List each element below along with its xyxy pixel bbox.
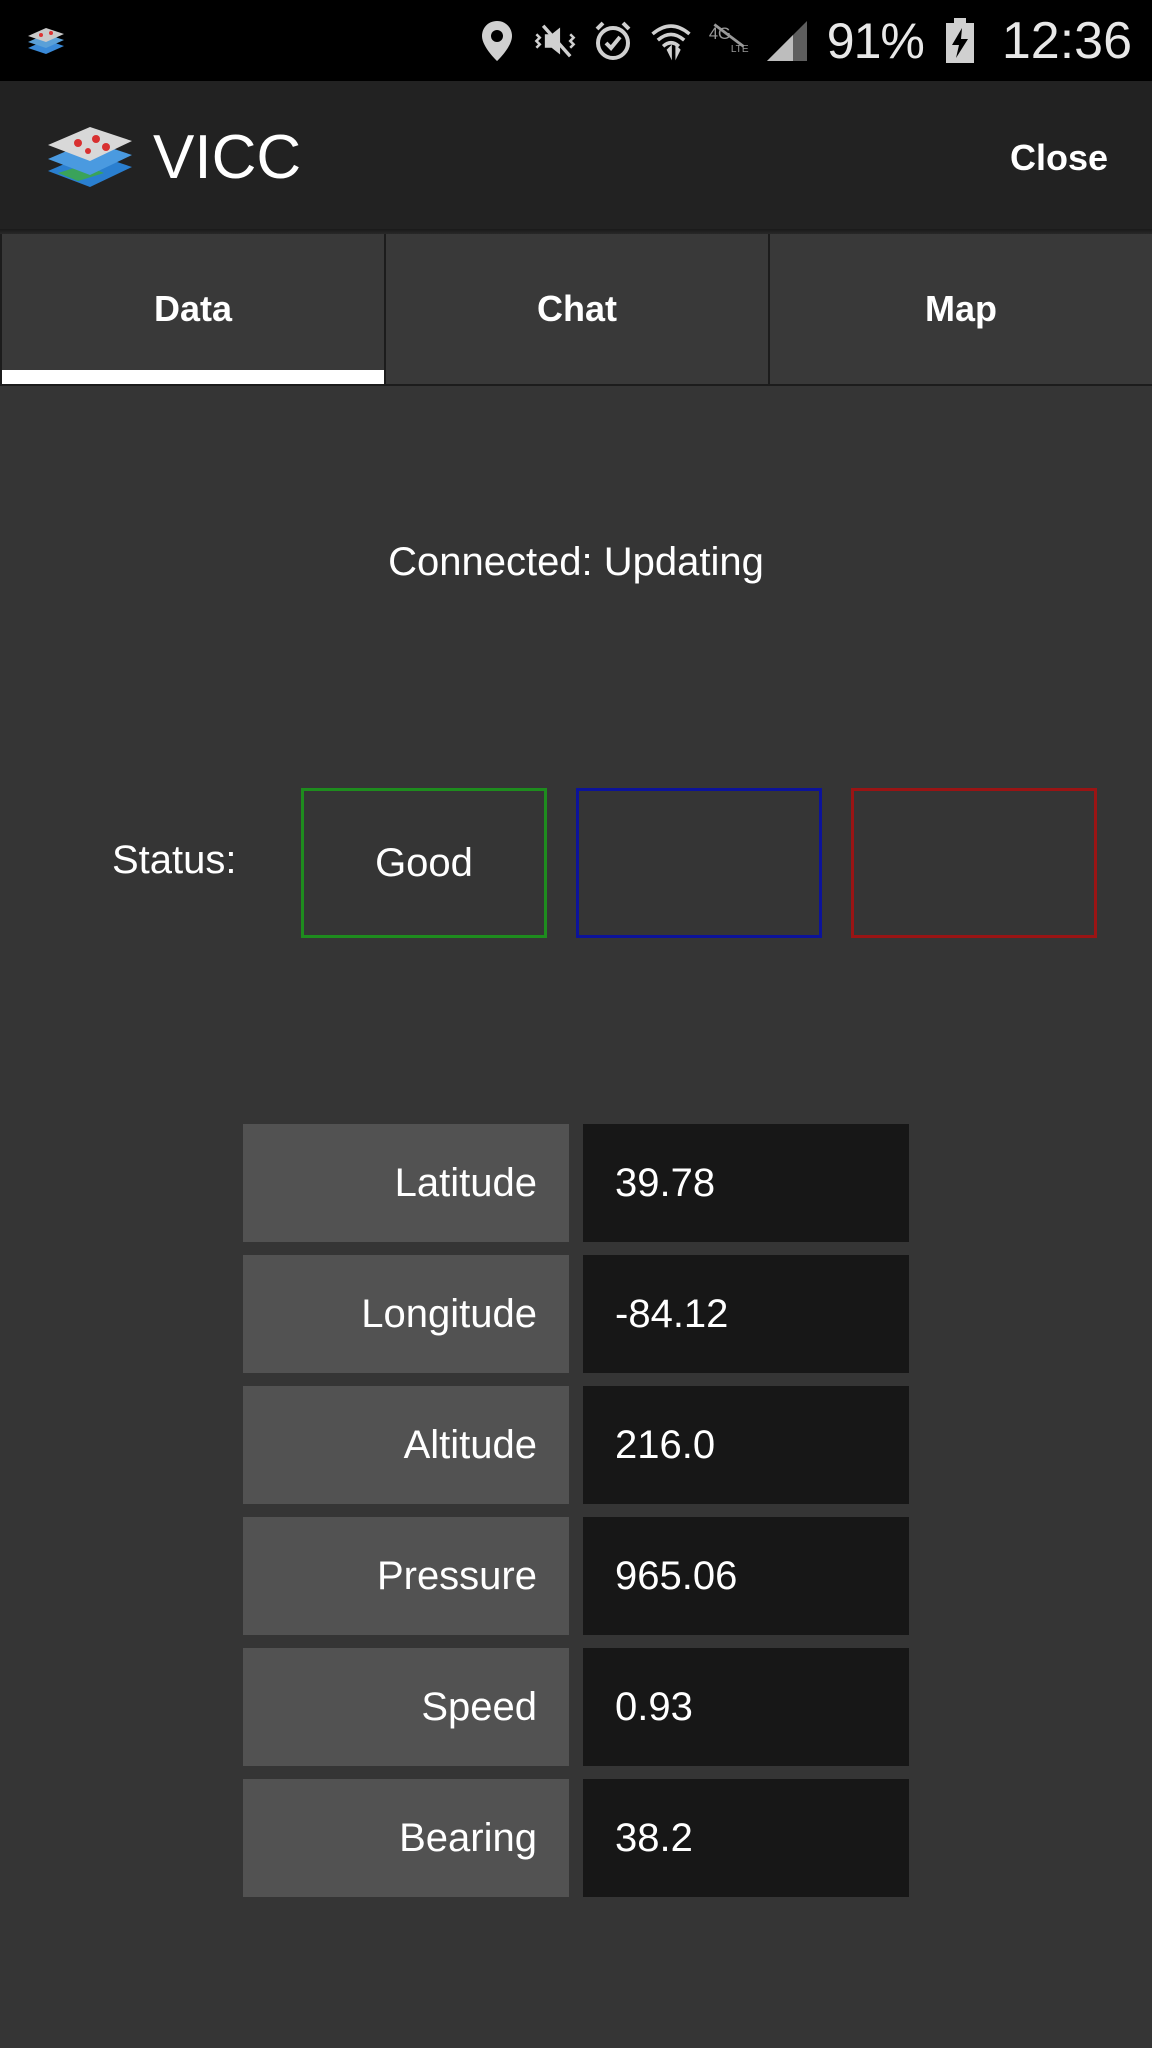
reading-label-pressure: Pressure: [243, 1517, 569, 1635]
tab-map[interactable]: Map: [768, 234, 1152, 386]
battery-percent: 91%: [826, 12, 925, 69]
alarm-icon: [591, 19, 635, 63]
tab-data[interactable]: Data: [0, 234, 384, 386]
app-logo-icon: [48, 127, 132, 187]
table-row: Speed 0.93: [243, 1648, 909, 1766]
app-title: VICC: [153, 123, 302, 192]
connection-status: Connected: Updating: [388, 540, 764, 584]
reading-value-longitude: -84.12: [583, 1255, 909, 1373]
tab-bar: Data Chat Map: [0, 234, 1152, 386]
tab-chat[interactable]: Chat: [384, 234, 768, 386]
status-indicator-blue: [576, 788, 822, 938]
table-row: Bearing 38.2: [243, 1779, 909, 1897]
reading-label-altitude: Altitude: [243, 1386, 569, 1504]
table-row: Altitude 216.0: [243, 1386, 909, 1504]
reading-label-bearing: Bearing: [243, 1779, 569, 1897]
svg-text:LTE: LTE: [731, 44, 749, 55]
reading-value-altitude: 216.0: [583, 1386, 909, 1504]
app-notification-icon: [28, 28, 64, 54]
reading-label-latitude: Latitude: [243, 1124, 569, 1242]
close-button[interactable]: Close: [1010, 128, 1108, 188]
tab-label: Chat: [537, 288, 617, 329]
tab-label: Map: [925, 288, 997, 329]
reading-value-pressure: 965.06: [583, 1517, 909, 1635]
reading-value-speed: 0.93: [583, 1648, 909, 1766]
status-indicator-good: Good: [301, 788, 547, 938]
table-row: Longitude -84.12: [243, 1255, 909, 1373]
tab-label: Data: [153, 288, 233, 329]
clock: 12:36: [1001, 11, 1132, 70]
status-bar: 4G LTE 91% 12:36: [0, 0, 1152, 81]
tab-selected-indicator: [2, 370, 384, 384]
status-label: Status:: [112, 838, 237, 882]
lte-data-icon: 4G LTE: [707, 19, 751, 63]
wifi-icon: [649, 19, 693, 63]
reading-value-latitude: 39.78: [583, 1124, 909, 1242]
location-icon: [475, 19, 519, 63]
reading-label-speed: Speed: [243, 1648, 569, 1766]
status-indicator-red: [851, 788, 1097, 938]
reading-label-longitude: Longitude: [243, 1255, 569, 1373]
status-indicator-text: Good: [375, 840, 473, 885]
table-row: Latitude 39.78: [243, 1124, 909, 1242]
vibrate-mute-icon: [533, 19, 577, 63]
battery-charging-icon: [938, 17, 982, 63]
signal-icon: [765, 19, 809, 63]
table-row: Pressure 965.06: [243, 1517, 909, 1635]
readings-table: Latitude 39.78 Longitude -84.12 Altitude…: [243, 1124, 909, 1910]
reading-value-bearing: 38.2: [583, 1779, 909, 1897]
